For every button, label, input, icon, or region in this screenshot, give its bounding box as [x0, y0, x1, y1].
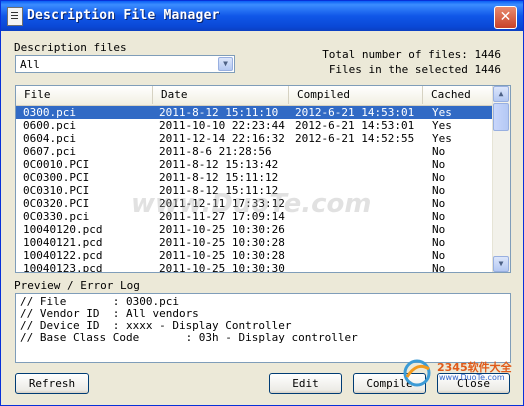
cell-file: 10040122.pcd — [23, 249, 103, 262]
cell-file: 10040123.pcd — [23, 262, 103, 273]
cell-cached: No — [432, 262, 446, 273]
column-header-file[interactable]: File — [16, 86, 153, 104]
table-row[interactable]: 10040122.pcd 2011-10-25 10:30:28 No — [16, 249, 494, 262]
description-files-dropdown[interactable]: All ▼ — [15, 55, 235, 73]
file-list-scrollbar[interactable]: ▲ ▼ — [492, 86, 510, 272]
file-list-header: File Date Compiled Cached — [16, 86, 494, 107]
table-row[interactable]: 10040121.pcd 2011-10-25 10:30:28 No — [16, 236, 494, 249]
cell-cached: No — [432, 184, 446, 197]
cell-compiled: 2012-6-21 14:52:55 — [295, 132, 415, 145]
cell-compiled: 2012-6-21 14:53:01 — [295, 106, 415, 119]
cell-file: 10040121.pcd — [23, 236, 103, 249]
table-row[interactable]: 0C0010.PCI 2011-8-12 15:13:42 No — [16, 158, 494, 171]
table-row[interactable]: 0604.pci 2011-12-14 22:16:32 2012-6-21 14:… — [16, 132, 494, 145]
cell-date: 2011-12-14 22:16:32 — [159, 132, 285, 145]
log-line: // Base Class Code : 03h - Display contr… — [20, 331, 358, 344]
cell-date: 2011-8-12 15:11:10 — [159, 106, 279, 119]
cell-cached: No — [432, 223, 446, 236]
cell-cached: No — [432, 197, 446, 210]
cell-file: 0600.pci — [23, 119, 76, 132]
window-close-button[interactable]: ✕ — [494, 6, 517, 29]
preview-log-label: Preview / Error Log — [14, 279, 140, 292]
cell-file: 0607.pci — [23, 145, 76, 158]
cell-cached: No — [432, 236, 446, 249]
cell-file: 0C0010.PCI — [23, 158, 90, 171]
cell-date: 2011-10-25 10:30:28 — [159, 236, 285, 249]
edit-button[interactable]: Edit — [269, 373, 342, 394]
table-row[interactable]: 10040120.pcd 2011-10-25 10:30:26 No — [16, 223, 494, 236]
table-row[interactable]: 0600.pci 2011-10-10 22:23:44 2012-6-21 14:… — [16, 119, 494, 132]
cell-date: 2011-12-11 17:33:12 — [159, 197, 285, 210]
cell-file: 0300.pci — [23, 106, 76, 119]
cell-date: 2011-8-12 15:11:12 — [159, 184, 279, 197]
cell-date: 2011-10-25 10:30:26 — [159, 223, 285, 236]
cell-cached: Yes — [432, 106, 452, 119]
file-list[interactable]: File Date Compiled Cached 0300.pci 2011-8… — [15, 85, 511, 273]
table-row[interactable]: 0C0330.pci 2011-11-27 17:09:14 No — [16, 210, 494, 223]
cell-cached: No — [432, 158, 446, 171]
cell-date: 2011-10-25 10:30:28 — [159, 249, 285, 262]
table-row[interactable]: 0607.pci 2011-8-6 21:28:56 No — [16, 145, 494, 158]
refresh-button[interactable]: Refresh — [15, 373, 89, 394]
cell-file: 0604.pci — [23, 132, 76, 145]
cell-date: 2011-10-25 10:30:30 — [159, 262, 285, 273]
table-row[interactable]: 0C0310.PCI 2011-8-12 15:11:12 No — [16, 184, 494, 197]
table-row[interactable]: 0300.pci 2011-8-12 15:11:10 2012-6-21 14:5… — [16, 106, 494, 119]
cell-date: 2011-11-27 17:09:14 — [159, 210, 285, 223]
total-files-count: Total number of files: 1446 — [322, 48, 501, 61]
cell-cached: Yes — [432, 119, 452, 132]
cell-cached: Yes — [432, 132, 452, 145]
window-title: Description File Manager — [27, 8, 220, 23]
column-header-cached[interactable]: Cached — [423, 86, 494, 104]
preview-log-box[interactable]: // File : 0300.pci// Vendor ID : All ven… — [15, 293, 511, 363]
cell-file: 0C0330.pci — [23, 210, 90, 223]
chevron-down-icon[interactable]: ▼ — [218, 57, 233, 71]
column-header-date[interactable]: Date — [153, 86, 289, 104]
column-header-compiled[interactable]: Compiled — [289, 86, 423, 104]
description-files-label: Description files — [14, 41, 127, 54]
title-bar[interactable]: Description File Manager ✕ — [1, 1, 523, 31]
cell-date: 2011-8-12 15:11:12 — [159, 171, 279, 184]
file-list-rows: 0300.pci 2011-8-12 15:11:10 2012-6-21 14:5… — [16, 106, 494, 273]
cell-file: 0C0310.PCI — [23, 184, 90, 197]
compile-button[interactable]: Compile — [353, 373, 426, 394]
description-file-manager-window: Description File Manager ✕ Description f… — [0, 0, 524, 406]
close-button[interactable]: Close — [437, 373, 510, 394]
cell-cached: No — [432, 171, 446, 184]
cell-file: 0C0320.PCI — [23, 197, 90, 210]
table-row[interactable]: 10040123.pcd 2011-10-25 10:30:30 No — [16, 262, 494, 273]
table-row[interactable]: 0C0320.PCI 2011-12-11 17:33:12 No — [16, 197, 494, 210]
selected-files-count: Files in the selected 1446 — [328, 63, 501, 76]
scroll-up-icon[interactable]: ▲ — [493, 86, 509, 102]
scrollbar-thumb[interactable] — [493, 103, 509, 131]
cell-cached: No — [432, 145, 446, 158]
cell-file: 10040120.pcd — [23, 223, 103, 236]
scroll-down-icon[interactable]: ▼ — [493, 256, 509, 272]
dropdown-selected-value: All — [20, 58, 40, 71]
document-icon — [7, 7, 23, 26]
cell-cached: No — [432, 210, 446, 223]
cell-cached: No — [432, 249, 446, 262]
cell-date: 2011-8-12 15:13:42 — [159, 158, 279, 171]
cell-date: 2011-8-6 21:28:56 — [159, 145, 272, 158]
cell-compiled: 2012-6-21 14:53:01 — [295, 119, 415, 132]
cell-date: 2011-10-10 22:23:44 — [159, 119, 285, 132]
table-row[interactable]: 0C0300.PCI 2011-8-12 15:11:12 No — [16, 171, 494, 184]
cell-file: 0C0300.PCI — [23, 171, 90, 184]
